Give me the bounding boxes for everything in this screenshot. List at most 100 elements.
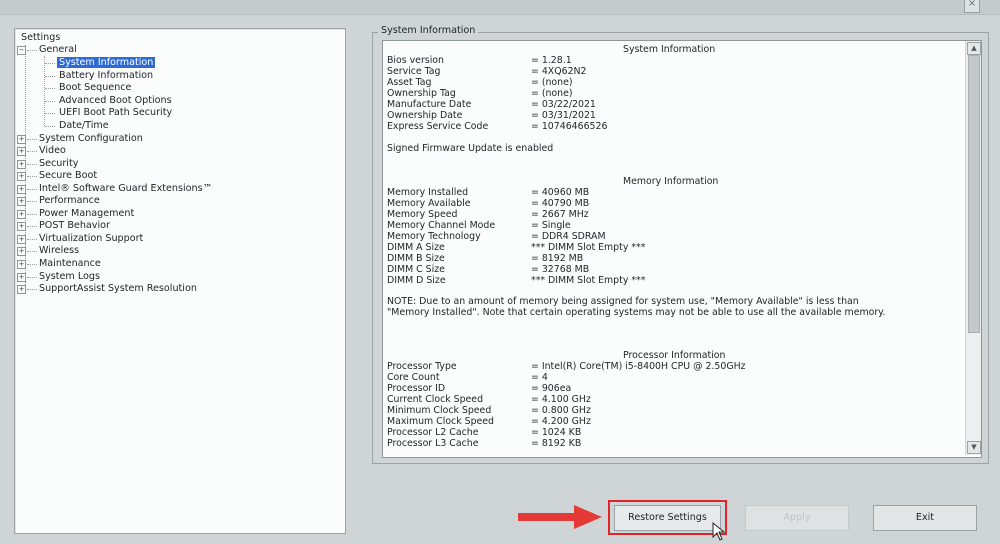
info-key: Memory Speed	[387, 209, 458, 220]
tree-root-settings[interactable]: Settings	[21, 32, 60, 43]
info-row: Processor ID = 906ea	[387, 383, 947, 394]
expand-icon[interactable]: +	[17, 222, 26, 232]
expand-icon[interactable]: +	[17, 147, 26, 157]
info-row: Memory Speed = 2667 MHz	[387, 209, 947, 220]
tree-leaf-boot-sequence[interactable]: Boot Sequence	[59, 82, 131, 93]
info-value: = 4	[531, 372, 548, 383]
info-row: Memory Available = 40790 MB	[387, 198, 947, 209]
tree-node-supportassist-system-resolution[interactable]: SupportAssist System Resolution	[39, 283, 197, 294]
tree-connector	[27, 264, 37, 265]
tree-node-secure-boot[interactable]: Secure Boot	[39, 170, 97, 181]
info-value: *** DIMM Slot Empty ***	[531, 275, 646, 286]
info-key: Memory Channel Mode	[387, 220, 496, 231]
tree-leaf-system-information[interactable]: System Information	[57, 57, 156, 68]
expand-icon[interactable]: +	[17, 260, 26, 269]
tree-leaf-date-time[interactable]: Date/Time	[59, 120, 109, 131]
expand-icon[interactable]: +	[17, 209, 26, 219]
info-row: Memory Installed = 40960 MB	[387, 187, 947, 198]
info-value: = Intel(R) Core(TM) i5-8400H CPU @ 2.50G…	[531, 361, 746, 372]
expand-icon[interactable]: +	[17, 234, 26, 244]
scroll-thumb[interactable]	[968, 55, 980, 333]
tree-node-post-behavior[interactable]: POST Behavior	[39, 220, 110, 231]
info-row: Maximum Clock Speed = 4.200 GHz	[387, 416, 947, 427]
info-key: Memory Technology	[387, 231, 481, 242]
info-key: Ownership Tag	[387, 88, 456, 99]
info-value: = 10746466526	[531, 121, 608, 132]
expand-icon[interactable]: +	[17, 197, 26, 207]
info-value: = 40790 MB	[531, 198, 590, 209]
tree-node-system-logs[interactable]: System Logs	[39, 271, 100, 282]
info-key: Core Count	[387, 372, 440, 383]
expand-icon[interactable]: +	[17, 159, 26, 169]
info-key: DIMM B Size	[387, 253, 445, 264]
tree-connector	[27, 226, 37, 228]
scrollbar[interactable]: ▲ ▼	[965, 41, 981, 455]
pointer-arrow-icon	[518, 505, 602, 529]
info-value: = 1.28.1	[531, 55, 572, 66]
tree-node-maintenance[interactable]: Maintenance	[39, 258, 101, 269]
tree-node-general[interactable]: General	[39, 44, 77, 55]
expand-icon[interactable]: +	[17, 184, 26, 194]
info-row: DIMM A Size *** DIMM Slot Empty ***	[387, 242, 947, 253]
apply-button[interactable]: Apply	[745, 505, 849, 531]
expand-icon[interactable]: +	[17, 285, 26, 295]
tree-leaf-advanced-boot-options[interactable]: Advanced Boot Options	[59, 95, 172, 106]
tree-connector	[27, 276, 37, 278]
info-key: Memory Installed	[387, 187, 469, 198]
scroll-up-icon[interactable]: ▲	[967, 42, 981, 55]
tree-leaf-uefi-boot-path-security[interactable]: UEFI Boot Path Security	[59, 107, 172, 118]
info-row: Express Service Code = 10746466526	[387, 121, 947, 132]
exit-button[interactable]: Exit	[873, 505, 977, 531]
info-value: = 8192 KB	[531, 438, 582, 449]
info-key: Current Clock Speed	[387, 394, 484, 405]
info-value: *** DIMM Slot Empty ***	[531, 242, 646, 253]
info-row: Processor L2 Cache = 1024 KB	[387, 427, 947, 438]
expand-icon[interactable]: +	[17, 272, 26, 282]
info-value: = 2667 MHz	[531, 209, 589, 220]
info-value: = (none)	[531, 88, 573, 99]
settings-tree: Settings − General System Information Batte…	[14, 28, 346, 534]
tree-node-system-configuration[interactable]: System Configuration	[39, 133, 143, 144]
info-row: Processor Type = Intel(R) Core(TM) i5-840…	[387, 361, 947, 372]
tree-connector	[27, 138, 37, 140]
tree-connector	[45, 113, 55, 115]
info-key: Minimum Clock Speed	[387, 405, 492, 416]
info-key: Processor Type	[387, 361, 457, 372]
tree-node-security[interactable]: Security	[39, 158, 78, 169]
restore-settings-button[interactable]: Restore Settings	[614, 505, 721, 531]
info-value: = (none)	[531, 77, 573, 88]
memory-info-title: Memory Information	[623, 176, 719, 187]
info-key: Processor ID	[387, 383, 446, 394]
tree-node-wireless[interactable]: Wireless	[39, 245, 79, 256]
info-key: Maximum Clock Speed	[387, 416, 495, 427]
tree-leaf-battery-information[interactable]: Battery Information	[59, 70, 153, 81]
expand-icon[interactable]: +	[17, 134, 26, 144]
tree-node-power-management[interactable]: Power Management	[39, 208, 134, 219]
info-key: Ownership Date	[387, 110, 463, 121]
tree-node-virtualization-support[interactable]: Virtualization Support	[39, 233, 143, 244]
info-key: Bios version	[387, 55, 444, 66]
group-title: System Information	[378, 25, 479, 36]
tree-connector	[27, 238, 37, 240]
info-row: DIMM C Size = 32768 MB	[387, 264, 947, 275]
info-value: = 03/31/2021	[531, 110, 596, 121]
tree-node-intel-software-guard-extensions[interactable]: Intel® Software Guard Extensions™	[39, 183, 212, 194]
info-value: = 4.200 GHz	[531, 416, 591, 427]
info-row: DIMM B Size = 8192 MB	[387, 253, 947, 264]
tree-node-performance[interactable]: Performance	[39, 195, 100, 206]
info-value: = 906ea	[531, 383, 572, 394]
expand-icon[interactable]: +	[17, 172, 26, 182]
tree-node-video[interactable]: Video	[39, 145, 66, 156]
scroll-down-icon[interactable]: ▼	[967, 441, 981, 454]
tree-connector	[27, 289, 37, 291]
collapse-icon[interactable]: −	[17, 46, 26, 55]
memory-note: NOTE: Due to an amount of memory being a…	[387, 296, 886, 318]
expand-icon[interactable]: +	[17, 247, 26, 257]
info-key: Express Service Code	[387, 121, 489, 132]
info-row: Ownership Date = 03/31/2021	[387, 110, 947, 121]
tree-connector	[27, 251, 37, 253]
info-key: DIMM C Size	[387, 264, 445, 275]
close-icon[interactable]: ×	[964, 0, 980, 13]
tree-connector	[27, 176, 37, 178]
info-row: DIMM D Size *** DIMM Slot Empty ***	[387, 275, 947, 286]
